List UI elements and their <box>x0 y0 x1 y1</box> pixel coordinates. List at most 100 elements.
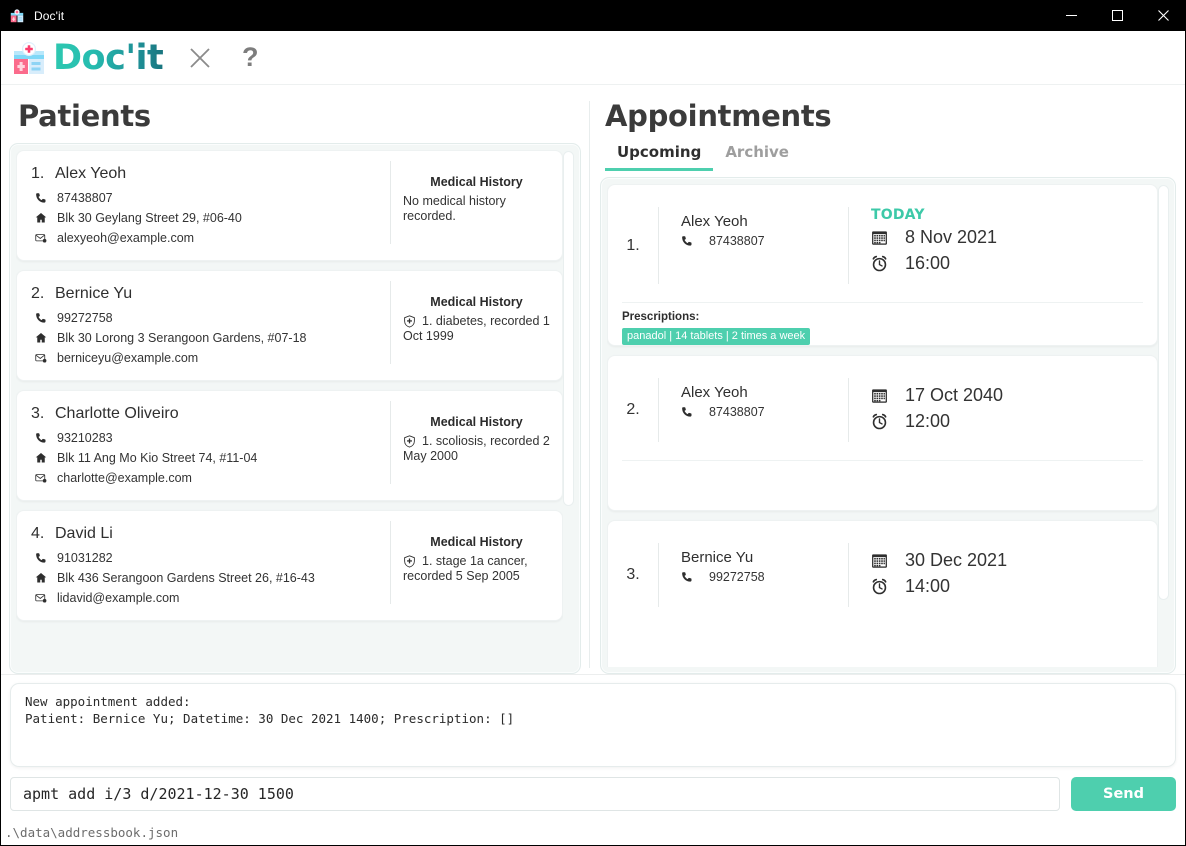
patient-details: 4. David Li 91031282 Blk 436 Serangoon G… <box>17 511 390 620</box>
appointment-card[interactable]: 3. Bernice Yu 99272758 30 Dec 2021 14:00 <box>607 520 1158 667</box>
patient-contact: 87438807 Blk 30 Geylang Street 29, #06-4… <box>31 188 390 248</box>
patient-card[interactable]: 4. David Li 91031282 Blk 436 Serangoon G… <box>16 510 563 621</box>
tab-archive[interactable]: Archive <box>713 137 801 171</box>
patient-name-row: 2. Bernice Yu <box>31 285 390 303</box>
command-input[interactable] <box>10 777 1060 811</box>
close-icon[interactable] <box>1140 0 1186 31</box>
appointment-index: 1. <box>626 236 640 254</box>
phone-icon <box>31 432 57 444</box>
phone-icon <box>681 571 709 583</box>
tab-upcoming[interactable]: Upcoming <box>605 137 714 171</box>
appointment-date-row: 30 Dec 2021 <box>871 547 1157 573</box>
save-location-status: .\data\addressbook.json <box>5 824 179 840</box>
email-icon <box>31 232 57 244</box>
maximize-icon[interactable] <box>1094 0 1140 31</box>
patient-address-row: Blk 30 Lorong 3 Serangoon Gardens, #07-1… <box>31 328 390 348</box>
exit-menu-icon[interactable] <box>185 43 215 73</box>
patients-list[interactable]: 1. Alex Yeoh 87438807 Blk 30 Geylang Str… <box>9 143 581 674</box>
appointment-date-row: 8 Nov 2021 <box>871 224 1157 250</box>
calendar-icon <box>871 387 905 404</box>
appointment-patient-name: Bernice Yu <box>681 549 754 566</box>
appointment-prescriptions <box>608 461 1157 469</box>
help-menu-icon[interactable]: ? <box>235 43 265 73</box>
shield-plus-icon <box>403 314 416 328</box>
patient-contact: 99272758 Blk 30 Lorong 3 Serangoon Garde… <box>31 308 390 368</box>
app-window: Doc'it Doc'it ? Patients 1. Alex Yeoh 87… <box>0 0 1186 846</box>
patient-email: lidavid@example.com <box>57 591 180 605</box>
minimize-icon[interactable] <box>1048 0 1094 31</box>
history-body: 1. diabetes, recorded 1 Oct 1999 <box>403 314 550 345</box>
patient-contact: 93210283 Blk 11 Ang Mo Kio Street 74, #1… <box>31 428 390 488</box>
patient-email: charlotte@example.com <box>57 471 192 485</box>
appointment-phone-row: 99272758 <box>681 570 848 584</box>
appointments-scrollbar[interactable] <box>1158 185 1169 666</box>
patients-title: Patients <box>18 99 151 133</box>
phone-icon <box>681 235 709 247</box>
patient-history: Medical History 1. stage 1a cancer, reco… <box>390 521 562 604</box>
patient-name-row: 1. Alex Yeoh <box>31 165 390 183</box>
patient-address: Blk 30 Lorong 3 Serangoon Gardens, #07-1… <box>57 331 307 345</box>
patient-phone-row: 93210283 <box>31 428 390 448</box>
today-badge: TODAY <box>871 207 925 223</box>
patient-phone: 93210283 <box>57 431 113 445</box>
patient-index: 1. <box>31 165 45 182</box>
appointment-patient-name: Alex Yeoh <box>681 213 748 230</box>
appointment-time: 14:00 <box>905 575 951 596</box>
patient-email-row: alexyeoh@example.com <box>31 228 390 248</box>
shield-plus-icon <box>403 434 416 448</box>
appointment-time: 12:00 <box>905 410 951 431</box>
appointment-time: 16:00 <box>905 252 951 273</box>
appointments-scroll-thumb[interactable] <box>1158 185 1169 600</box>
patient-name: Bernice Yu <box>55 285 133 302</box>
patient-index: 3. <box>31 405 45 422</box>
send-button[interactable]: Send <box>1071 777 1176 811</box>
appointment-card[interactable]: 1. Alex Yeoh 87438807 TODAY 8 Nov 2021 1… <box>607 184 1158 346</box>
history-text: 1. diabetes, recorded 1 Oct 1999 <box>403 313 550 344</box>
history-heading: Medical History <box>430 295 523 309</box>
appointment-date-row: 17 Oct 2040 <box>871 382 1157 408</box>
patient-address: Blk 436 Serangoon Gardens Street 26, #16… <box>57 571 315 585</box>
patient-details: 3. Charlotte Oliveiro 93210283 Blk 11 An… <box>17 391 390 500</box>
appointment-phone-row: 87438807 <box>681 234 848 248</box>
appointment-top: 3. Bernice Yu 99272758 30 Dec 2021 14:00 <box>608 521 1157 613</box>
patients-scroll-thumb[interactable] <box>563 151 574 506</box>
patient-history: Medical History 1. diabetes, recorded 1 … <box>390 281 562 364</box>
patient-name-row: 3. Charlotte Oliveiro <box>31 405 390 423</box>
result-display: New appointment added: Patient: Bernice … <box>10 683 1176 767</box>
patient-name: David Li <box>55 525 113 542</box>
appointment-phone-row: 87438807 <box>681 405 848 419</box>
appointments-pane: Appointments Upcoming Archive 1. Alex Ye… <box>590 85 1185 674</box>
patient-contact: 91031282 Blk 436 Serangoon Gardens Stree… <box>31 548 390 608</box>
patient-name: Alex Yeoh <box>55 165 127 182</box>
appointment-datetime: 17 Oct 2040 12:00 <box>848 378 1157 442</box>
appointment-time-row: 14:00 <box>871 573 1157 599</box>
patients-scrollbar[interactable] <box>563 151 574 666</box>
appointment-prescriptions: Prescriptions: panadol | 14 tablets | 2 … <box>608 303 1157 345</box>
phone-icon <box>681 406 709 418</box>
history-text: No medical history recorded. <box>403 193 506 224</box>
patient-phone: 91031282 <box>57 551 113 565</box>
patient-name-row: 4. David Li <box>31 525 390 543</box>
alarm-clock-icon <box>871 413 905 430</box>
appointment-top: 1. Alex Yeoh 87438807 TODAY 8 Nov 2021 1… <box>608 185 1157 290</box>
patient-card[interactable]: 2. Bernice Yu 99272758 Blk 30 Lorong 3 S… <box>16 270 563 381</box>
patient-index: 4. <box>31 525 45 542</box>
phone-icon <box>31 312 57 324</box>
prescriptions-label: Prescriptions: <box>622 311 700 323</box>
appointment-index: 3. <box>626 566 640 583</box>
history-heading: Medical History <box>430 535 523 549</box>
email-icon <box>31 352 57 364</box>
patient-phone-row: 99272758 <box>31 308 390 328</box>
appointment-card[interactable]: 2. Alex Yeoh 87438807 17 Oct 2040 12:00 <box>607 355 1158 511</box>
patient-address-row: Blk 11 Ang Mo Kio Street 74, #11-04 <box>31 448 390 468</box>
patient-address: Blk 30 Geylang Street 29, #06-40 <box>57 211 242 225</box>
home-icon <box>31 332 57 344</box>
menu-bar: Doc'it ? <box>1 31 1185 85</box>
appointments-list[interactable]: 1. Alex Yeoh 87438807 TODAY 8 Nov 2021 1… <box>600 177 1176 674</box>
appointments-tabs: Upcoming Archive <box>605 137 1176 171</box>
appointment-person: Bernice Yu 99272758 <box>658 543 848 607</box>
patient-card[interactable]: 1. Alex Yeoh 87438807 Blk 30 Geylang Str… <box>16 150 563 261</box>
patient-details: 1. Alex Yeoh 87438807 Blk 30 Geylang Str… <box>17 151 390 260</box>
history-body: No medical history recorded. <box>403 194 550 225</box>
patient-card[interactable]: 3. Charlotte Oliveiro 93210283 Blk 11 An… <box>16 390 563 501</box>
